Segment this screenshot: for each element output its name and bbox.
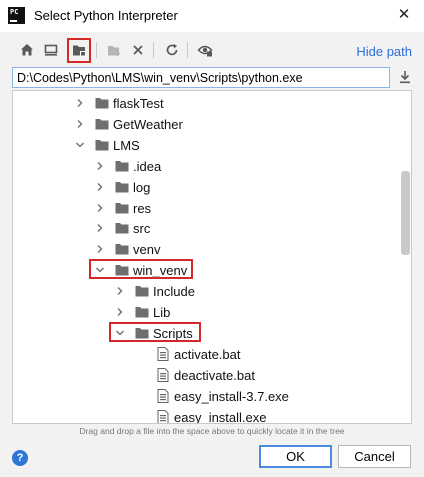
chevron-right-icon[interactable] xyxy=(95,182,105,192)
folder-icon xyxy=(115,202,129,213)
folder-icon xyxy=(135,327,149,339)
tree-folder-row[interactable]: Lib xyxy=(13,302,401,322)
tree-folder-row[interactable]: win_venv xyxy=(13,260,401,280)
file-icon xyxy=(157,388,169,403)
delete-button[interactable] xyxy=(127,39,149,61)
chevron-right-icon[interactable] xyxy=(115,286,125,296)
close-button[interactable]: ✕ xyxy=(392,4,416,26)
ok-button[interactable]: OK xyxy=(259,445,332,468)
folder-icon xyxy=(95,98,109,109)
tree-item-label: res xyxy=(133,200,152,216)
tree-item-label: src xyxy=(133,221,151,237)
download-button[interactable] xyxy=(396,67,414,87)
chevron-right-icon[interactable] xyxy=(95,203,105,213)
folder-icon xyxy=(95,118,109,130)
chevron-right-icon[interactable] xyxy=(115,307,125,317)
cancel-button[interactable]: Cancel xyxy=(338,445,411,468)
new-folder-button[interactable] xyxy=(103,39,125,61)
app-logo-text: PC xyxy=(10,8,19,16)
tree-folder-row[interactable]: flaskTest xyxy=(13,93,401,113)
tree-item-label: LMS xyxy=(113,137,140,153)
desktop-button[interactable] xyxy=(40,39,62,61)
chevron-right-icon[interactable] xyxy=(75,119,85,129)
tree-folder-row[interactable]: log xyxy=(13,177,401,197)
tree-item-label: GetWeather xyxy=(113,116,183,132)
chevron-right-icon[interactable] xyxy=(95,244,105,254)
refresh-icon xyxy=(166,44,178,56)
path-input[interactable] xyxy=(12,67,390,88)
show-hidden-icon xyxy=(197,45,213,57)
show-hidden-button[interactable] xyxy=(194,39,216,61)
tree-item-label: Lib xyxy=(153,305,171,320)
delete-icon xyxy=(133,45,143,55)
tree-scrollbar-thumb[interactable] xyxy=(401,171,410,255)
tree-folder-row[interactable]: venv xyxy=(13,239,401,259)
chevron-right-icon[interactable] xyxy=(95,161,105,171)
toolbar: Hide path xyxy=(0,38,424,64)
folder-icon xyxy=(115,181,129,193)
desktop-icon xyxy=(44,44,58,56)
tree-folder-row[interactable]: res xyxy=(13,198,401,218)
tree-item-label: deactivate.bat xyxy=(174,367,255,383)
refresh-button[interactable] xyxy=(161,39,183,61)
tree-folder-row[interactable]: .idea xyxy=(13,156,401,176)
file-icon xyxy=(157,346,169,361)
toolbar-separator xyxy=(153,42,154,58)
tree-file-row[interactable]: easy_install.exe xyxy=(13,407,401,424)
tree-item-label: win_venv xyxy=(133,263,188,279)
toolbar-separator xyxy=(187,42,188,58)
new-folder-icon xyxy=(107,46,120,56)
tree-item-label: flaskTest xyxy=(113,96,164,111)
tree-item-label: log xyxy=(133,179,151,195)
file-tree[interactable]: flaskTest GetWeather LMS .idea log res src venv… xyxy=(12,90,412,424)
tree-item-label: venv xyxy=(133,242,161,258)
tree-item-label: easy_install.exe xyxy=(174,409,267,424)
folder-icon xyxy=(135,286,149,297)
project-folder-highlight xyxy=(67,38,91,63)
tree-folder-row[interactable]: GetWeather xyxy=(13,114,401,134)
tree-item-label: Scripts xyxy=(153,325,193,341)
chevron-right-icon[interactable] xyxy=(75,98,85,108)
tree-folder-row[interactable]: Scripts xyxy=(13,323,401,343)
chevron-down-icon[interactable] xyxy=(95,265,105,275)
folder-icon xyxy=(115,223,129,234)
tree-file-row[interactable]: activate.bat xyxy=(13,344,401,364)
tree-folder-row[interactable]: src xyxy=(13,218,401,238)
tree-item-label: .idea xyxy=(133,158,162,174)
title-bar: PC Select Python Interpreter ✕ xyxy=(0,0,424,32)
tree-file-row[interactable]: deactivate.bat xyxy=(13,365,401,385)
folder-icon xyxy=(115,265,129,276)
pycharm-logo-icon: PC xyxy=(8,7,25,24)
download-icon xyxy=(400,71,410,84)
toolbar-separator xyxy=(96,42,97,58)
chevron-right-icon[interactable] xyxy=(95,223,105,233)
hide-path-link[interactable]: Hide path xyxy=(356,44,412,59)
drag-drop-hint: Drag and drop a file into the space abov… xyxy=(79,426,345,436)
window-title: Select Python Interpreter xyxy=(34,8,178,23)
home-button[interactable] xyxy=(16,39,38,61)
folder-icon xyxy=(115,160,129,172)
folder-icon xyxy=(115,244,129,255)
tree-file-row[interactable]: easy_install-3.7.exe xyxy=(13,386,401,406)
help-button[interactable]: ? xyxy=(12,450,28,466)
tree-item-label: activate.bat xyxy=(174,346,241,362)
file-icon xyxy=(157,409,169,423)
home-icon xyxy=(21,44,33,56)
chevron-down-icon[interactable] xyxy=(75,140,85,150)
tree-item-label: Include xyxy=(153,284,195,300)
tree-folder-row[interactable]: LMS xyxy=(13,135,401,155)
chevron-down-icon[interactable] xyxy=(115,328,125,338)
tree-item-label: easy_install-3.7.exe xyxy=(174,388,289,404)
folder-icon xyxy=(95,139,109,151)
folder-icon xyxy=(135,307,149,318)
file-icon xyxy=(157,367,169,382)
tree-folder-row[interactable]: Include xyxy=(13,281,401,301)
